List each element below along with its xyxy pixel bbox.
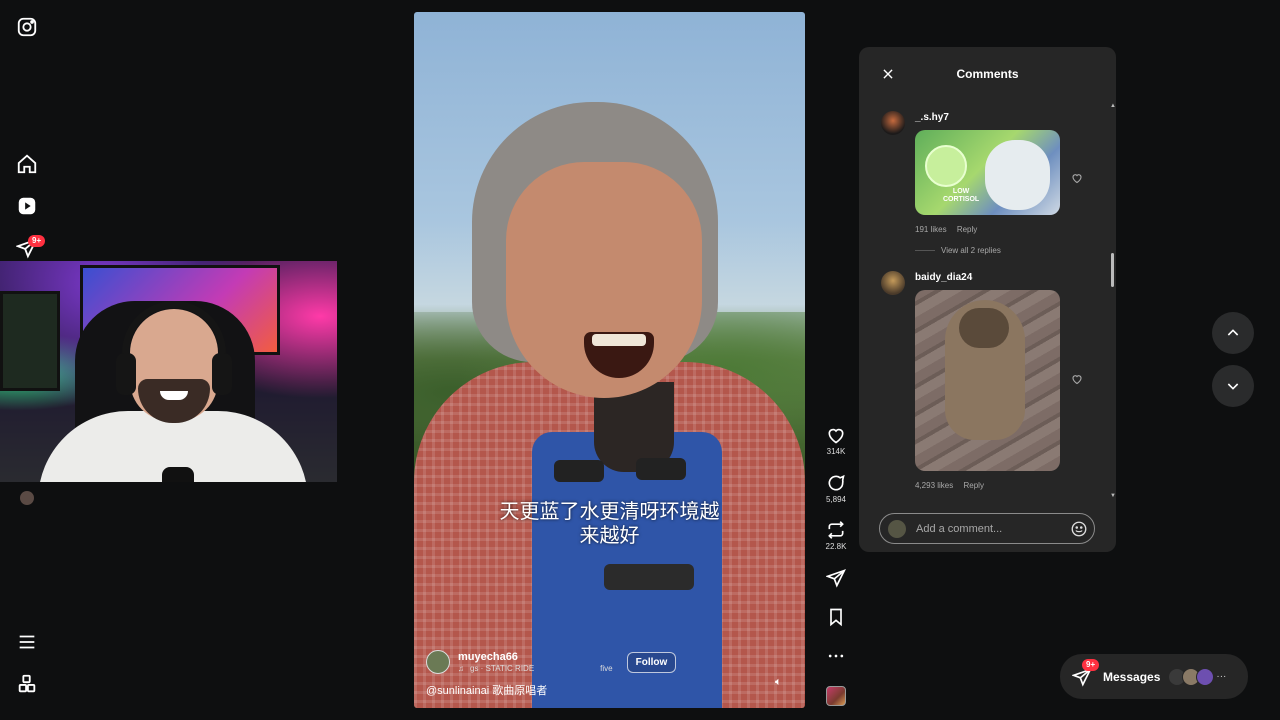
commenter-username[interactable]: baidy_dia24 xyxy=(915,272,972,283)
commenter-avatar[interactable] xyxy=(881,271,905,295)
messages-badge: 9+ xyxy=(1082,658,1100,671)
reply-link[interactable]: Reply xyxy=(963,481,983,490)
subtitle-line: 天更蓝了水更清呀环境越 xyxy=(499,501,720,523)
previous-reel-button[interactable] xyxy=(1212,312,1254,354)
message-avatars xyxy=(1168,667,1215,686)
reel-video[interactable]: 天更蓝了水更清呀环境越 来越好 muyecha66 ♫ gs · STATIC … xyxy=(414,12,805,708)
subtitle-line: 来越好 xyxy=(579,525,640,547)
heart-icon[interactable] xyxy=(1071,372,1083,385)
comment-input-container xyxy=(879,513,1095,544)
author-username[interactable]: muyecha66 xyxy=(458,651,613,663)
reply-link[interactable]: Reply xyxy=(957,225,977,234)
view-replies-label[interactable]: View all 2 replies xyxy=(941,246,1001,255)
share-button[interactable] xyxy=(822,568,850,588)
comments-scrollbar[interactable]: ▲ ▼ xyxy=(1109,103,1116,499)
audio-track-scroll: five xyxy=(600,664,613,673)
comments-panel: Comments _.s.hy7 LOW CORTISOL 191 likes R… xyxy=(859,47,1116,552)
messages-icon[interactable]: 9+ xyxy=(16,235,46,259)
avatar xyxy=(1196,667,1215,686)
comments-title: Comments xyxy=(956,67,1019,81)
commenter-username[interactable]: _.s.hy7 xyxy=(915,112,949,123)
chevron-up-icon xyxy=(1227,329,1239,336)
send-icon: 9+ xyxy=(1071,658,1100,687)
microphone xyxy=(162,467,194,482)
webcam-overlay xyxy=(0,261,337,482)
repost-count: 22.8K xyxy=(825,542,847,551)
comments-list[interactable]: _.s.hy7 LOW CORTISOL 191 likes Reply View… xyxy=(859,105,1116,549)
comment-likes: 191 likes xyxy=(915,225,947,234)
comment-image[interactable] xyxy=(915,290,1060,471)
save-button[interactable] xyxy=(822,607,850,627)
music-note-icon: ♫ xyxy=(458,664,464,673)
comment-input[interactable] xyxy=(916,522,1070,535)
comment-meta: 4,293 likes Reply xyxy=(915,481,992,490)
headphone-cup xyxy=(212,353,232,395)
scroll-down-arrow-icon[interactable]: ▼ xyxy=(1110,493,1116,499)
comment-count: 5,894 xyxy=(825,495,847,504)
smiley-ball xyxy=(925,145,967,187)
follow-button[interactable]: Follow xyxy=(626,651,677,673)
repost-button[interactable]: 22.8K xyxy=(822,520,850,551)
like-count: 314K xyxy=(826,447,846,456)
own-avatar xyxy=(888,519,906,538)
commenter-avatar[interactable] xyxy=(881,111,905,135)
notification-badge: 9+ xyxy=(28,235,46,247)
messages-pill[interactable]: 9+ Messages ··· xyxy=(1060,654,1248,699)
like-button[interactable]: 314K xyxy=(822,425,850,456)
home-icon[interactable] xyxy=(16,153,38,175)
view-replies-link[interactable]: View all 2 replies xyxy=(915,246,1001,255)
comment-meta: 191 likes Reply xyxy=(915,225,985,234)
messages-label: Messages xyxy=(1103,669,1161,684)
audio-thumbnail[interactable] xyxy=(826,686,846,706)
video-footer: muyecha66 ♫ gs · STATIC RIDE five Follow… xyxy=(426,650,796,698)
reels-icon[interactable] xyxy=(16,195,38,217)
more-avatars: ··· xyxy=(1216,671,1227,682)
heart-icon[interactable] xyxy=(1071,171,1083,184)
author-avatar[interactable] xyxy=(426,650,450,674)
comment-button[interactable]: 5,894 xyxy=(822,473,850,504)
emoji-icon[interactable] xyxy=(1070,520,1088,538)
profile-avatar[interactable] xyxy=(20,491,34,505)
scroll-thumb[interactable] xyxy=(1111,253,1114,287)
video-caption: @sunlinainai 歌曲原唱者 xyxy=(426,685,548,697)
shark-character xyxy=(985,140,1050,210)
next-reel-button[interactable] xyxy=(1212,365,1254,407)
close-icon[interactable] xyxy=(881,67,895,81)
volume-icon[interactable]: 🔈︎ xyxy=(775,676,791,692)
instagram-icon[interactable] xyxy=(16,16,38,38)
audio-track[interactable]: gs · STATIC RIDE xyxy=(470,664,534,673)
scroll-up-arrow-icon[interactable]: ▲ xyxy=(1110,103,1116,109)
chevron-down-icon xyxy=(1227,383,1239,390)
background-monitor xyxy=(0,291,60,391)
headphone-cup xyxy=(116,353,136,395)
also-from-meta-icon[interactable] xyxy=(16,673,38,695)
comment-likes: 4,293 likes xyxy=(915,481,954,490)
image-caption: LOW CORTISOL xyxy=(943,188,980,203)
comment-image[interactable]: LOW CORTISOL xyxy=(915,130,1060,215)
more-menu-icon[interactable] xyxy=(16,631,38,653)
video-subtitle: 天更蓝了水更清呀环境越 来越好 xyxy=(474,500,745,548)
more-options-button[interactable] xyxy=(822,646,850,666)
